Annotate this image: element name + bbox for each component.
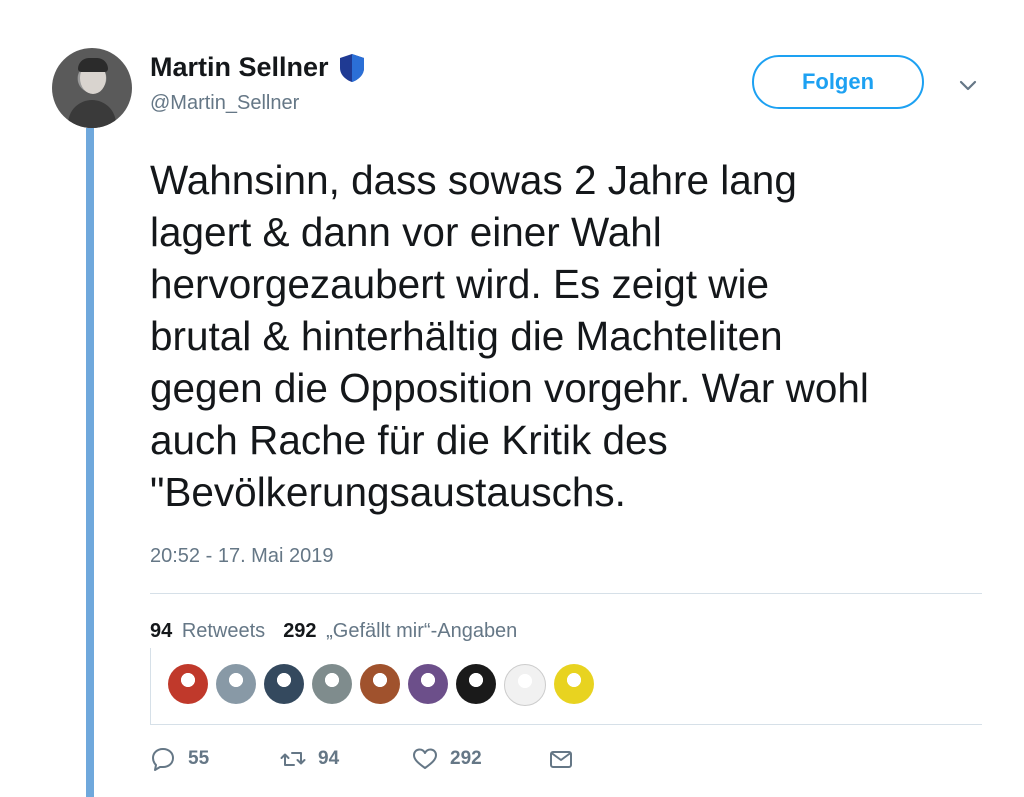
liker-avatar-3[interactable] <box>264 664 304 704</box>
shield-badge-icon <box>339 53 364 82</box>
tweet-actions: 55 94 292 <box>150 746 574 772</box>
like-button[interactable]: 292 <box>412 746 548 772</box>
retweet-icon <box>280 752 306 766</box>
likes-count: 292 <box>283 620 317 642</box>
like-count: 292 <box>450 748 482 769</box>
reply-count: 55 <box>188 748 210 769</box>
message-icon <box>550 751 572 768</box>
likes-label: „Gefällt mir“-Angaben <box>326 620 518 642</box>
author-name-row: Martin Sellner <box>150 52 365 83</box>
reply-icon <box>152 748 174 771</box>
tweet-text: Wahnsinn, dass sowas 2 Jahre lang lagert… <box>150 157 869 515</box>
liker-avatar-5[interactable] <box>360 664 400 704</box>
retweets-stat[interactable]: 94 Retweets <box>150 620 265 643</box>
author-display-name[interactable]: Martin Sellner <box>150 52 329 83</box>
tweet-timestamp[interactable]: 20:52 - 17. Mai 2019 <box>150 545 333 568</box>
liker-avatar-6[interactable] <box>408 664 448 704</box>
liker-avatar-2[interactable] <box>216 664 256 704</box>
likes-stat[interactable]: 292 „Gefällt mir“-Angaben <box>283 620 517 643</box>
retweets-label: Retweets <box>181 620 266 642</box>
liker-avatar-8[interactable] <box>504 664 546 706</box>
retweet-button[interactable]: 94 <box>280 746 412 772</box>
divider <box>150 593 982 594</box>
liker-avatar-1[interactable] <box>168 664 208 704</box>
follow-button[interactable]: Folgen <box>752 55 924 109</box>
author-handle[interactable]: @Martin_Sellner <box>150 92 299 115</box>
thread-line <box>86 128 94 797</box>
liker-avatar-9[interactable] <box>554 664 594 704</box>
liker-avatar-7[interactable] <box>456 664 496 704</box>
reply-button[interactable]: 55 <box>150 746 280 772</box>
tweet-stats: 94 Retweets 292 „Gefällt mir“-Angaben <box>150 620 517 643</box>
liker-avatar-4[interactable] <box>312 664 352 704</box>
divider <box>150 724 982 725</box>
retweets-count: 94 <box>150 620 173 642</box>
chevron-down-icon[interactable] <box>957 74 979 96</box>
author-avatar[interactable] <box>52 48 132 128</box>
retweet-count: 94 <box>318 748 340 769</box>
direct-message-button[interactable] <box>548 746 574 772</box>
heart-icon <box>413 748 437 769</box>
liker-avatars <box>168 664 594 706</box>
